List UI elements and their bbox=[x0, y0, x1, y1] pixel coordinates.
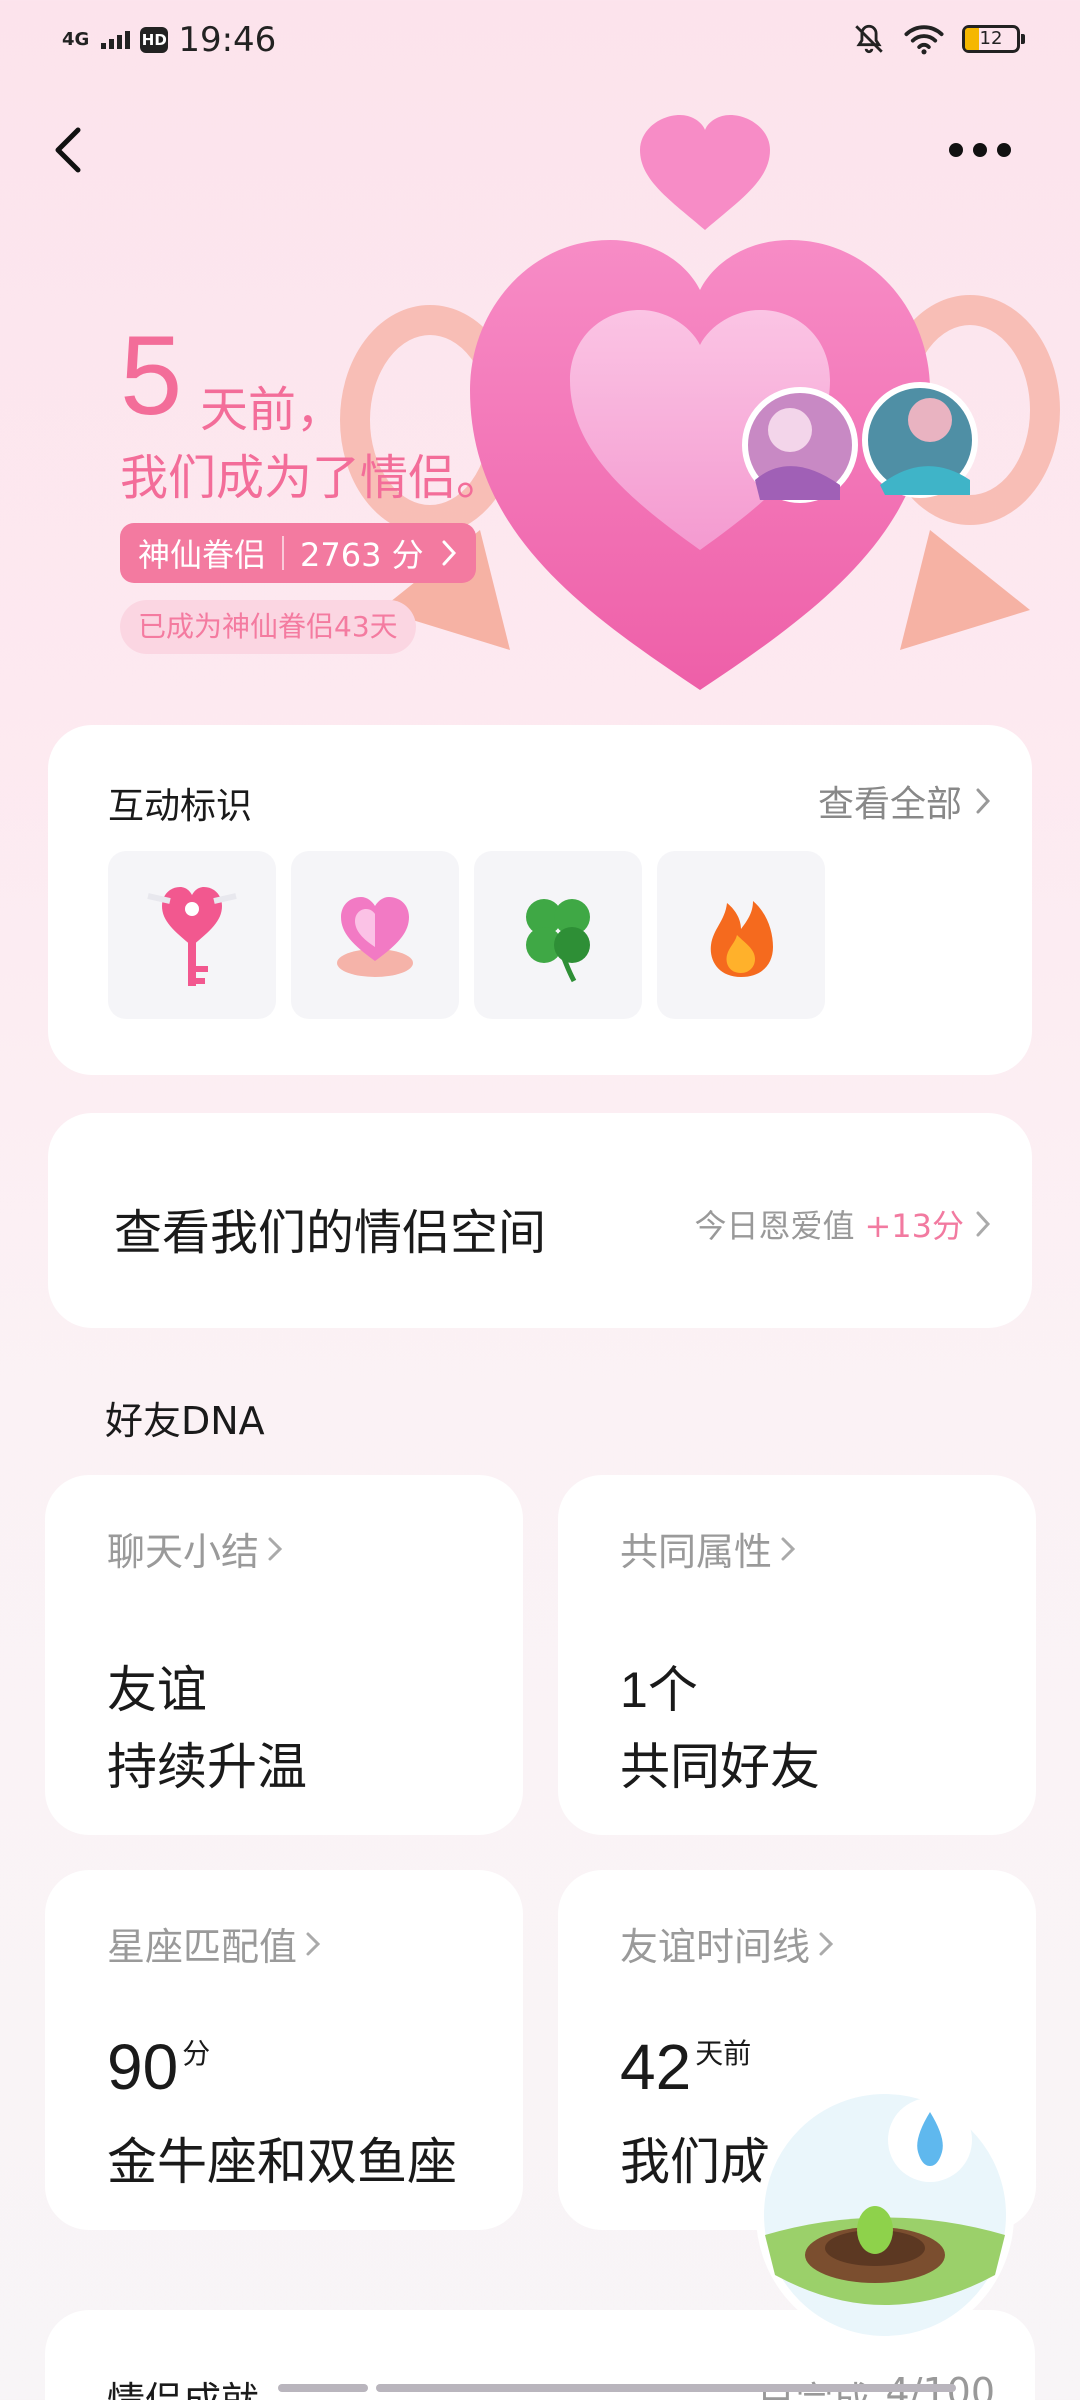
affection-plus: +13分 bbox=[864, 1207, 964, 1245]
battery-level: 12 bbox=[979, 28, 1003, 49]
affection-label: 今日恩爱值 bbox=[694, 1207, 855, 1245]
achievement-title: 情侣成就 bbox=[107, 2370, 259, 2400]
days-suffix: 天前， bbox=[200, 382, 345, 438]
level-duration-badge: 已成为神仙眷侣43天 bbox=[120, 600, 416, 654]
network-type: 4G bbox=[62, 29, 90, 50]
hero-subtitle: 我们成为了情侣。 bbox=[120, 450, 505, 506]
chevron-right-icon bbox=[819, 1932, 834, 1955]
level-badge[interactable]: 神仙眷侣 2763 分 bbox=[120, 523, 476, 583]
view-all-label: 查看全部 bbox=[817, 784, 962, 825]
card-title: 友谊时间线 bbox=[620, 1916, 834, 1971]
common-friends-count: 1 bbox=[620, 1662, 648, 1718]
wifi-icon bbox=[904, 25, 944, 55]
signal-icon bbox=[101, 31, 131, 49]
heart-key-icon bbox=[147, 887, 237, 986]
zodiac-score: 90 bbox=[107, 2031, 179, 2103]
floating-garden-widget[interactable] bbox=[740, 2060, 1030, 2350]
status-bar: 4G HD 19:46 12 bbox=[0, 0, 1080, 84]
view-all-link[interactable]: 查看全部 bbox=[818, 775, 992, 827]
card-line2: 共同好友 bbox=[620, 1738, 820, 1796]
chevron-right-icon bbox=[781, 1537, 796, 1560]
fire-icon bbox=[710, 901, 773, 977]
mute-bell-icon bbox=[855, 24, 883, 54]
chevron-right-icon bbox=[442, 540, 456, 566]
clock: 19:46 bbox=[178, 20, 277, 60]
card-title-text: 友谊时间线 bbox=[620, 1925, 811, 1969]
card-line2: 持续升温 bbox=[107, 1738, 307, 1796]
level-name: 神仙眷侣 bbox=[138, 536, 267, 574]
card-title-text: 聊天小结 bbox=[107, 1530, 260, 1574]
badge-tile-clover[interactable] bbox=[474, 851, 642, 1019]
status-right: 12 bbox=[852, 22, 1025, 56]
badge-tile-key[interactable] bbox=[108, 851, 276, 1019]
timeline-days: 42 bbox=[620, 2031, 692, 2103]
card-title: 互动标识 bbox=[108, 786, 253, 827]
couple-space-card[interactable]: 查看我们的情侣空间 今日恩爱值 +13分 bbox=[48, 1113, 1032, 1328]
chevron-right-icon bbox=[976, 788, 991, 814]
badge-divider bbox=[282, 536, 285, 570]
days-number: 5 bbox=[120, 313, 183, 438]
back-button[interactable] bbox=[40, 120, 100, 180]
zodiac-match-card[interactable]: 星座匹配值 90 分 金牛座和双鱼座 bbox=[45, 1870, 523, 2230]
chevron-right-icon bbox=[976, 1211, 991, 1237]
egg-nest-icon bbox=[756, 2086, 1014, 2344]
hero-illustration bbox=[340, 90, 1080, 740]
scroll-indicator bbox=[278, 2384, 968, 2394]
common-attributes-card[interactable]: 共同属性 1个 共同好友 bbox=[558, 1475, 1036, 1835]
affection-value: 今日恩爱值 +13分 bbox=[694, 1201, 992, 1247]
friend-dna-title: 好友DNA bbox=[105, 1399, 265, 1443]
badge-tile-heart[interactable] bbox=[291, 851, 459, 1019]
couple-space-title: 查看我们的情侣空间 bbox=[114, 1205, 547, 1261]
pink-heart-gem-icon bbox=[337, 897, 413, 977]
count-unit: 个 bbox=[647, 1661, 698, 1719]
chat-summary-card[interactable]: 聊天小结 友谊 持续升温 bbox=[45, 1475, 523, 1835]
card-line2: 金牛座和双鱼座 bbox=[107, 2133, 457, 2191]
level-score: 2763 分 bbox=[300, 536, 424, 574]
four-leaf-clover-icon bbox=[526, 899, 590, 983]
card-line1: 90 分 bbox=[107, 2030, 210, 2104]
battery-icon: 12 bbox=[962, 25, 1025, 53]
status-left: 4G HD 19:46 bbox=[62, 20, 276, 60]
card-line1: 1个 bbox=[620, 1650, 698, 1722]
hd-icon: HD bbox=[140, 27, 169, 53]
card-line1: 友谊 bbox=[107, 1661, 207, 1719]
card-title-text: 星座匹配值 bbox=[107, 1925, 298, 1969]
card-title: 聊天小结 bbox=[107, 1521, 283, 1576]
interaction-badges-card: 互动标识 查看全部 bbox=[48, 725, 1032, 1075]
chevron-right-icon bbox=[268, 1537, 283, 1560]
card-title: 共同属性 bbox=[620, 1521, 796, 1576]
card-line1: 42 天前 bbox=[620, 2030, 751, 2104]
card-title-text: 共同属性 bbox=[620, 1530, 773, 1574]
chevron-left-icon bbox=[55, 127, 81, 173]
chevron-right-icon bbox=[306, 1932, 321, 1955]
score-unit: 分 bbox=[182, 2037, 211, 2070]
card-title: 星座匹配值 bbox=[107, 1916, 321, 1971]
badge-tile-fire[interactable] bbox=[657, 851, 825, 1019]
